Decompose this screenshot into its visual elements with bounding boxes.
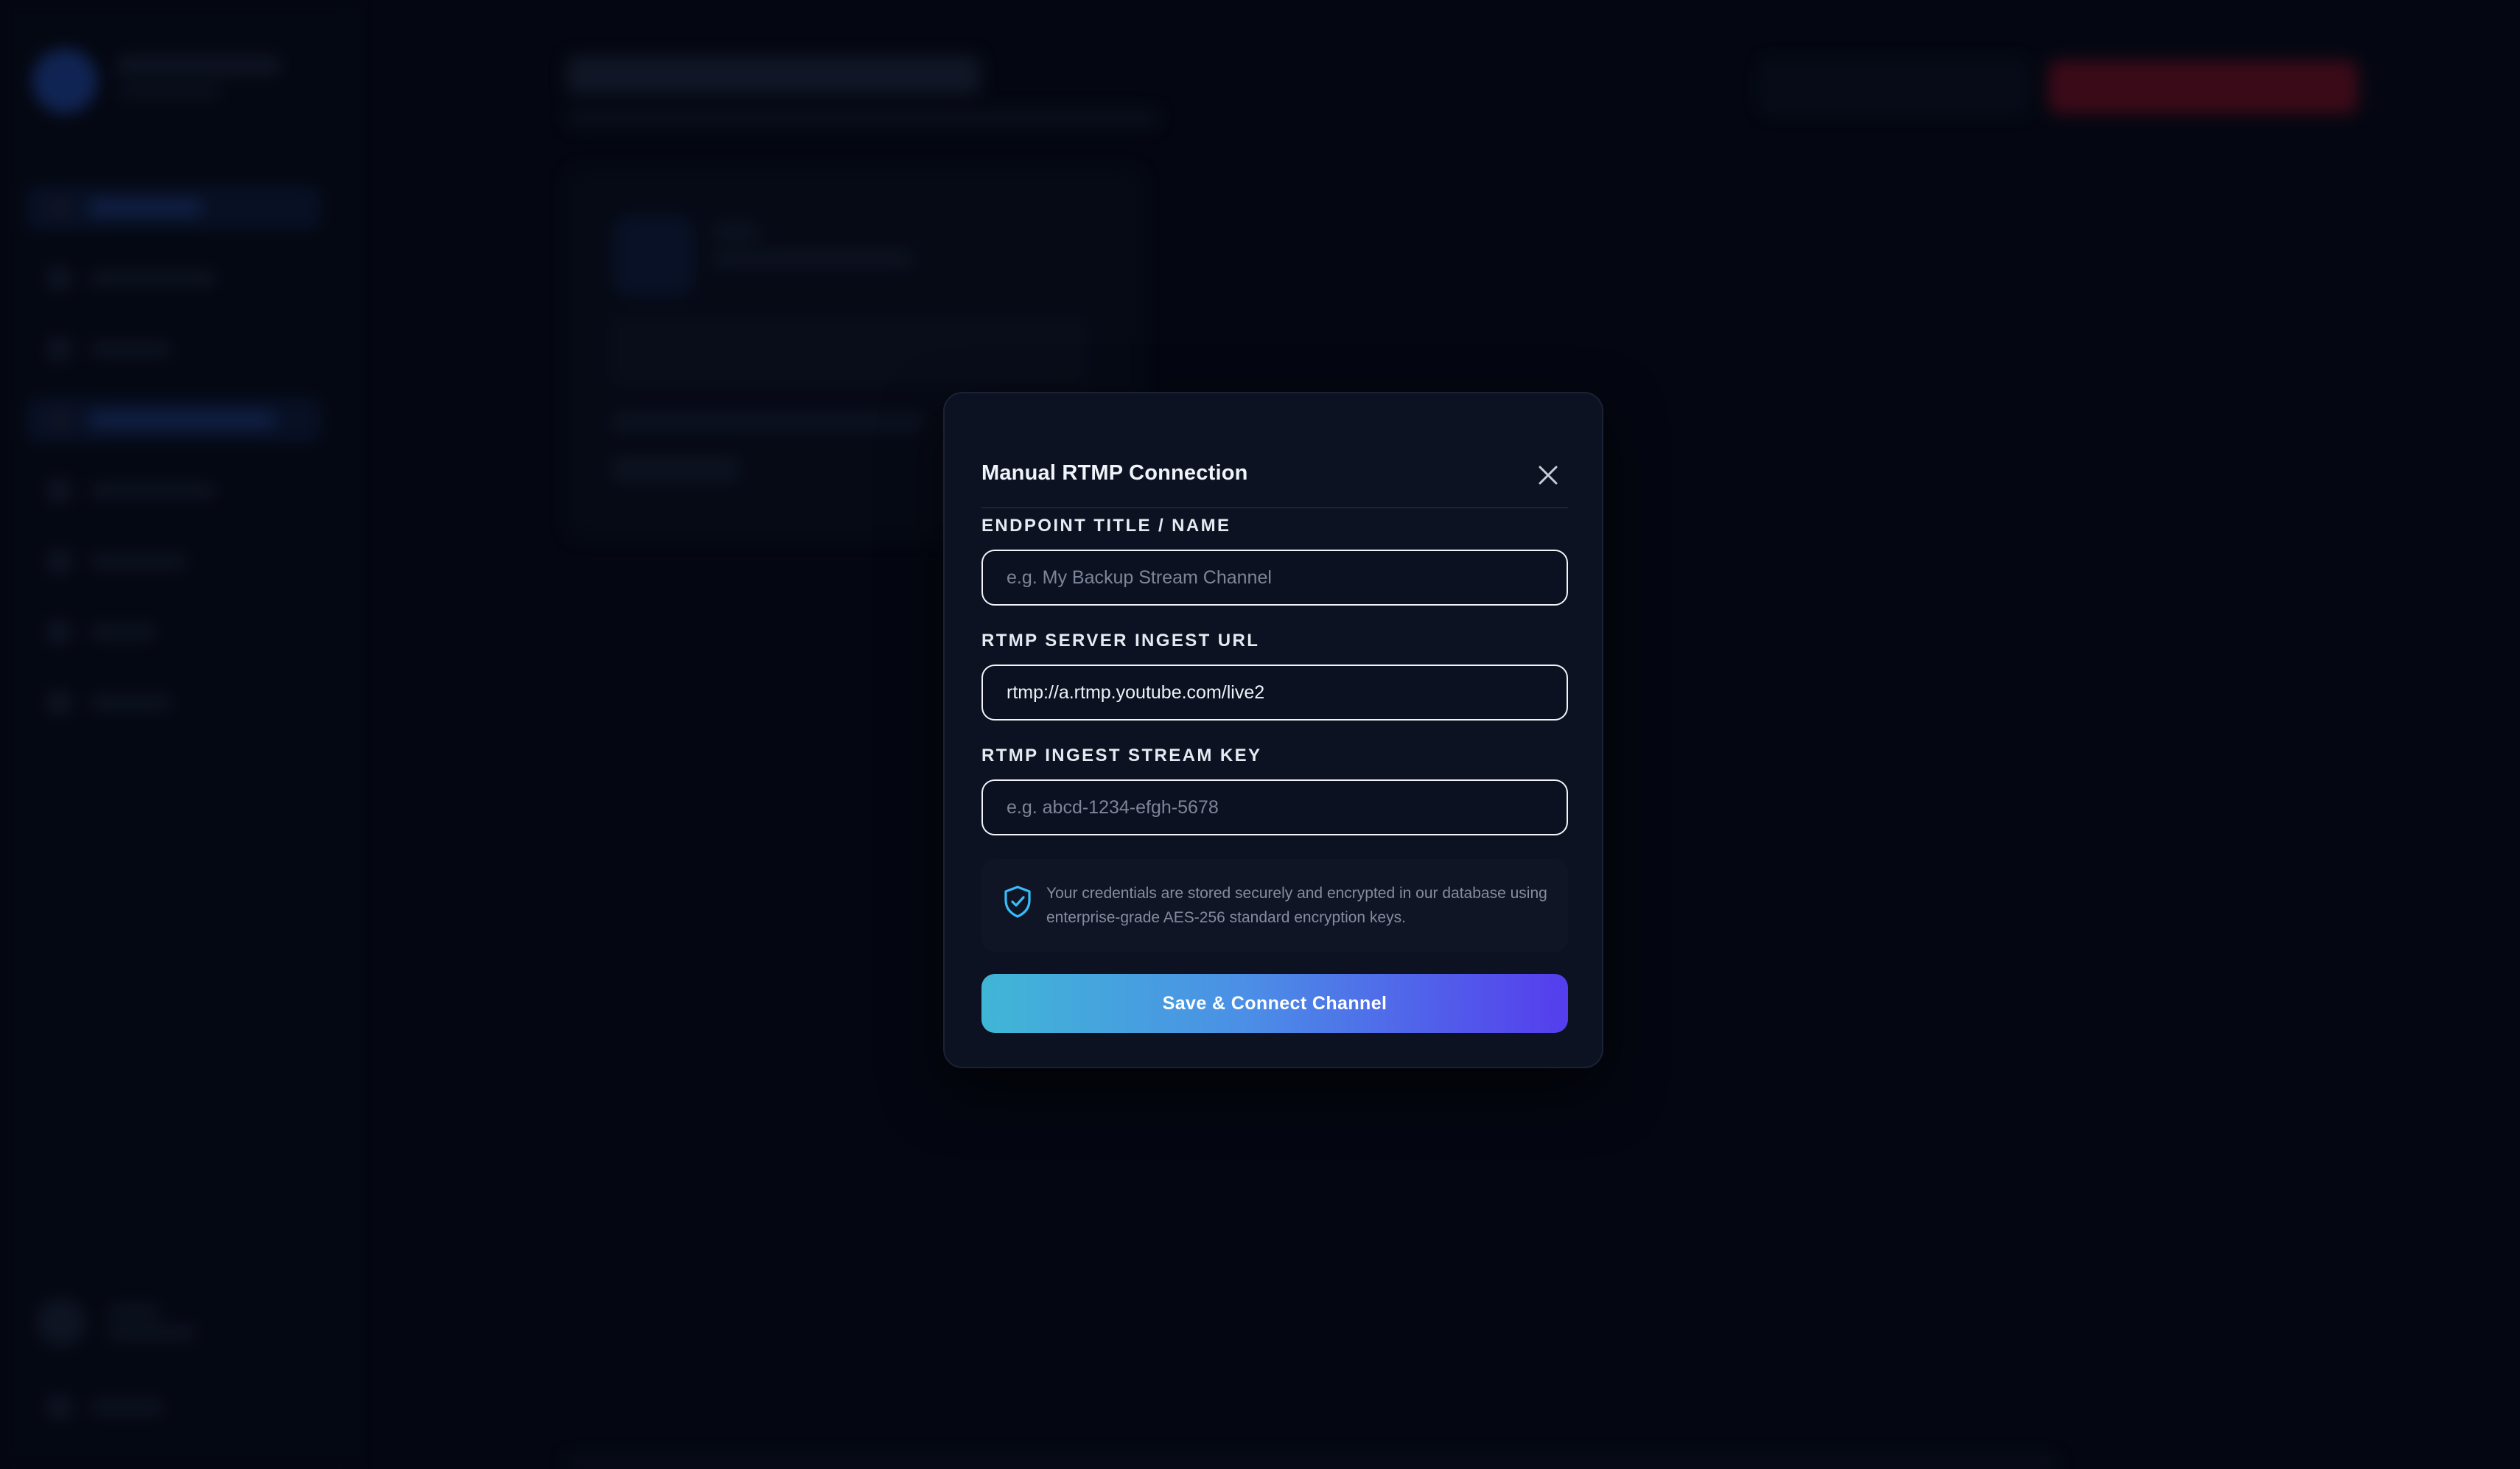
rtmp-connection-modal: Manual RTMP Connection ENDPOINT TITLE / … (943, 392, 1603, 1068)
app-root: Manual RTMP Connection ENDPOINT TITLE / … (0, 0, 2520, 1469)
modal-header: Manual RTMP Connection (981, 427, 1568, 508)
security-notice: Your credentials are stored securely and… (981, 859, 1568, 952)
security-notice-text: Your credentials are stored securely and… (1046, 885, 1547, 926)
server-url-input[interactable] (981, 665, 1568, 721)
shield-check-icon (1004, 886, 1031, 918)
endpoint-title-label: ENDPOINT TITLE / NAME (981, 516, 1231, 536)
close-button[interactable] (1528, 455, 1568, 495)
close-icon (1539, 466, 1558, 485)
stream-key-label: RTMP INGEST STREAM KEY (981, 746, 1262, 765)
stream-key-input[interactable] (981, 779, 1568, 835)
server-url-label: RTMP SERVER INGEST URL (981, 631, 1260, 651)
save-connect-button[interactable]: Save & Connect Channel (981, 974, 1568, 1033)
modal-title: Manual RTMP Connection (981, 461, 1248, 485)
endpoint-title-input[interactable] (981, 550, 1568, 606)
